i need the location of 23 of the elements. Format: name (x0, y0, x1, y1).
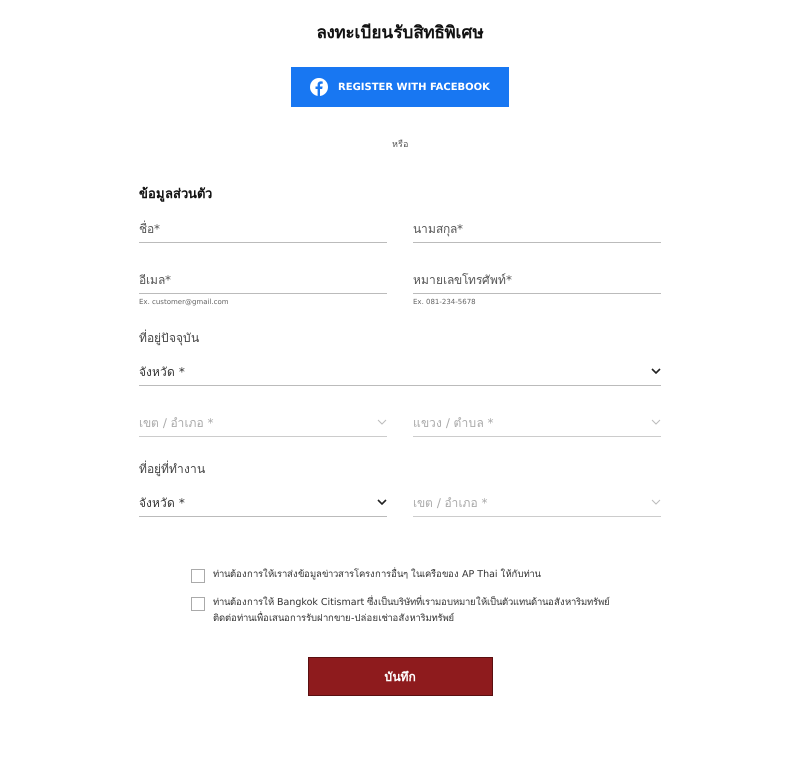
section-heading: ข้อมูลส่วนตัว (139, 186, 213, 204)
chevron-down-icon (377, 499, 387, 505)
consent-text: ท่านต้องการให้ Bangkok Citismart ซึ่งเป็นบริษัทที่เรามอบหมายให้เป็นตัวแทนด้านอสังหาริมทรัพย์ ติดต่อท่านเพื่อเสนอการรับฝากขาย-ปล่อยเช่าอสังหาริมทรัพย์ (213, 595, 611, 626)
dropdown-field[interactable]: จังหวัด * (139, 357, 661, 386)
page-title: ลงทะเบียนรับสิทธิพิเศษ (316, 22, 484, 45)
checkbox[interactable] (191, 597, 205, 611)
divider-text: หรือ (391, 138, 409, 151)
chevron-down-icon (651, 419, 661, 425)
checkbox[interactable] (191, 569, 205, 583)
input-field[interactable]: หมายเลขโทรศัพท์* (413, 265, 661, 294)
input-field[interactable]: อีเมล* (139, 265, 387, 294)
input-field[interactable]: นามสกุล* (413, 214, 661, 243)
chevron-down-icon (377, 419, 387, 425)
consent-text: ท่านต้องการให้เราส่งข้อมูลข่าวสารโครงการอื่นๆ ในเครือของ AP Thai ให้กับท่าน (213, 567, 541, 582)
facebook-register-button[interactable]: REGISTER WITH FACEBOOK (291, 67, 509, 107)
chevron-down-icon (651, 499, 661, 505)
dropdown-field[interactable]: จังหวัด * (139, 488, 387, 517)
input-field[interactable]: ชื่อ* (139, 214, 387, 243)
chevron-down-icon (651, 368, 661, 374)
section-heading: ที่อยู่ปัจจุบัน (139, 328, 200, 347)
facebook-icon (310, 78, 328, 96)
section-heading: ที่อยู่ที่ทำงาน (139, 460, 206, 478)
save-button[interactable]: บันทึก (308, 657, 492, 696)
